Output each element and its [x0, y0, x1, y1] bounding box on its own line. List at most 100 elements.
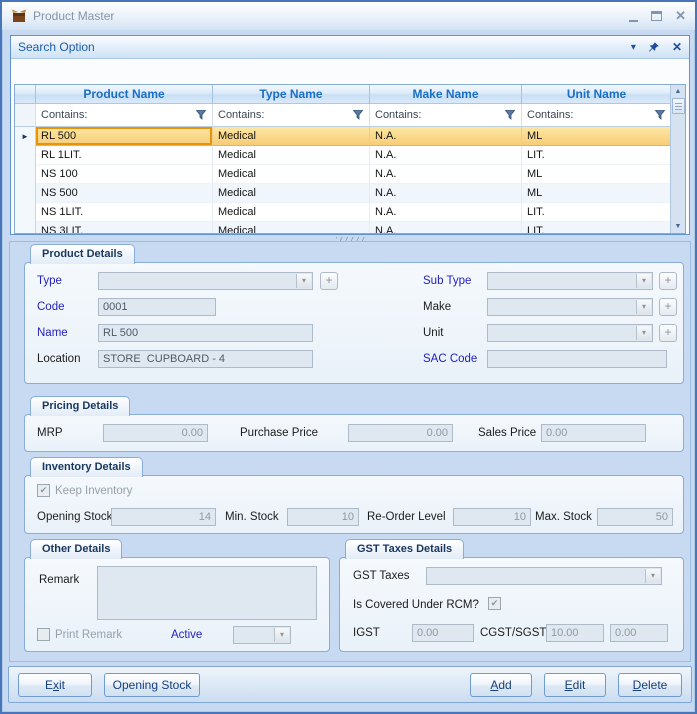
cell-make-name[interactable]: N.A. [370, 146, 522, 165]
chevron-down-icon[interactable]: ▾ [636, 300, 651, 314]
cell-unit-name[interactable]: LIT. [522, 203, 670, 222]
chevron-down-icon[interactable]: ▾ [631, 42, 636, 53]
code-field[interactable]: 0001 [98, 298, 216, 316]
chevron-down-icon[interactable]: ▾ [645, 569, 660, 583]
sub-type-dropdown[interactable]: Surgical ▾ [487, 272, 653, 290]
chevron-down-icon[interactable]: ▾ [636, 274, 651, 288]
active-dropdown[interactable]: Yes ▾ [233, 626, 291, 644]
scroll-down-button[interactable]: ▼ [671, 220, 685, 233]
active-label: Active [171, 629, 202, 641]
cell-make-name[interactable]: N.A. [370, 184, 522, 203]
scrollbar-thumb[interactable] [672, 98, 685, 114]
pin-icon[interactable] [648, 41, 660, 53]
add-make-button[interactable]: + [659, 298, 677, 316]
cell-unit-name[interactable]: ML [522, 127, 670, 146]
cell-type-name[interactable]: Medical [213, 184, 370, 203]
column-header-type-name[interactable]: Type Name [213, 85, 370, 104]
add-sub-type-button[interactable]: + [659, 272, 677, 290]
scrollbar-track[interactable] [671, 114, 685, 220]
filter-unit-name[interactable]: Contains: [522, 104, 670, 127]
cell-unit-name[interactable]: ML [522, 165, 670, 184]
cell-unit-name[interactable]: LIT. [522, 146, 670, 165]
sales-price-field[interactable]: 0.00 [541, 424, 646, 442]
close-button[interactable]: ✕ [675, 9, 686, 23]
cell-make-name[interactable]: N.A. [370, 165, 522, 184]
chevron-down-icon[interactable]: ▾ [274, 628, 289, 642]
igst-field[interactable]: 0.00 [412, 624, 474, 642]
cell-product-name[interactable]: NS 1LIT. [36, 203, 213, 222]
gst-taxes-label: GST Taxes [353, 570, 409, 582]
scroll-up-button[interactable]: ▲ [671, 85, 685, 98]
location-field[interactable]: STORE CUPBOARD - 4 [98, 350, 313, 368]
search-option-header[interactable]: Search Option ▾ ✕ [11, 36, 689, 59]
cell-type-name[interactable]: Medical [213, 222, 370, 233]
edit-button[interactable]: Edit [544, 673, 606, 697]
cell-type-name[interactable]: Medical [213, 203, 370, 222]
opening-stock-button[interactable]: Opening Stock [104, 673, 200, 697]
remark-textarea[interactable] [97, 566, 317, 620]
cell-unit-name[interactable]: ML [522, 184, 670, 203]
gst-taxes-dropdown[interactable]: -- Select -- ▾ [426, 567, 662, 585]
filter-product-name[interactable]: Contains: [36, 104, 213, 127]
filter-funnel-icon[interactable] [352, 109, 364, 121]
reorder-level-field[interactable]: 10 [453, 508, 531, 526]
igst-label: IGST [353, 627, 380, 639]
table-row[interactable]: NS 3LIT. Medical N.A. LIT. [15, 222, 670, 233]
cell-unit-name[interactable]: LIT. [522, 222, 670, 233]
min-stock-field[interactable]: 10 [287, 508, 359, 526]
table-row-selected[interactable]: ► RL 500 Medical N.A. ML [15, 127, 670, 146]
filter-type-name[interactable]: Contains: [213, 104, 370, 127]
delete-button[interactable]: Delete [618, 673, 682, 697]
panel-close-icon[interactable]: ✕ [672, 40, 682, 54]
cgst-field[interactable]: 10.00 [546, 624, 604, 642]
cell-product-name[interactable]: RL 500 [36, 127, 213, 146]
table-row[interactable]: RL 1LIT. Medical N.A. LIT. [15, 146, 670, 165]
filter-make-name[interactable]: Contains: [370, 104, 522, 127]
exit-button[interactable]: Exit [18, 673, 92, 697]
table-row[interactable]: NS 100 Medical N.A. ML [15, 165, 670, 184]
cell-type-name[interactable]: Medical [213, 146, 370, 165]
chevron-down-icon[interactable]: ▾ [296, 274, 311, 288]
name-field[interactable]: RL 500 [98, 324, 313, 342]
cell-product-name[interactable]: RL 1LIT. [36, 146, 213, 165]
opening-stock-field[interactable]: 14 [111, 508, 216, 526]
cell-type-name[interactable]: Medical [213, 165, 370, 184]
title-bar[interactable]: Product Master ✕ [2, 2, 695, 30]
mrp-field[interactable]: 0.00 [103, 424, 208, 442]
add-type-button[interactable]: + [320, 272, 338, 290]
cell-make-name[interactable]: N.A. [370, 203, 522, 222]
cell-product-name[interactable]: NS 500 [36, 184, 213, 203]
keep-inventory-checkbox[interactable]: ✔ [37, 484, 50, 497]
cell-product-name[interactable]: NS 100 [36, 165, 213, 184]
grid-vertical-scrollbar[interactable]: ▲ ▼ [670, 85, 685, 233]
purchase-price-field[interactable]: 0.00 [348, 424, 453, 442]
column-header-product-name[interactable]: Product Name [36, 85, 213, 104]
sac-code-field[interactable] [487, 350, 667, 368]
chevron-down-icon[interactable]: ▾ [636, 326, 651, 340]
column-header-unit-name[interactable]: Unit Name [522, 85, 670, 104]
cell-make-name[interactable]: N.A. [370, 127, 522, 146]
table-row[interactable]: NS 500 Medical N.A. ML [15, 184, 670, 203]
minimize-button[interactable] [629, 20, 638, 22]
rcm-checkbox[interactable]: ✔ [488, 597, 501, 610]
thumb-grip-icon [675, 103, 682, 110]
table-row[interactable]: NS 1LIT. Medical N.A. LIT. [15, 203, 670, 222]
cell-make-name[interactable]: N.A. [370, 222, 522, 233]
type-dropdown[interactable]: Medical ▾ [98, 272, 313, 290]
print-remark-checkbox[interactable] [37, 628, 50, 641]
grid-header-row: Product Name Type Name Make Name Unit Na… [15, 85, 670, 104]
max-stock-field[interactable]: 50 [597, 508, 673, 526]
filter-funnel-icon[interactable] [195, 109, 207, 121]
filter-funnel-icon[interactable] [654, 109, 666, 121]
filter-funnel-icon[interactable] [504, 109, 516, 121]
add-unit-button[interactable]: + [659, 324, 677, 342]
maximize-button[interactable] [651, 11, 662, 21]
delete-button-text: elete [641, 678, 667, 692]
add-button[interactable]: Add [470, 673, 532, 697]
column-header-make-name[interactable]: Make Name [370, 85, 522, 104]
make-dropdown[interactable]: N.A. ▾ [487, 298, 653, 316]
unit-dropdown[interactable]: ML ▾ [487, 324, 653, 342]
cell-type-name[interactable]: Medical [213, 127, 370, 146]
sgst-field[interactable]: 0.00 [610, 624, 668, 642]
cell-product-name[interactable]: NS 3LIT. [36, 222, 213, 233]
